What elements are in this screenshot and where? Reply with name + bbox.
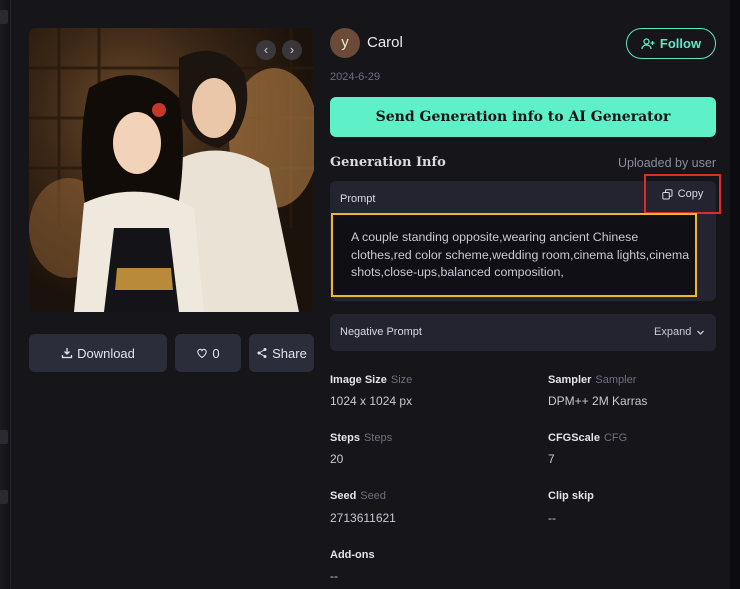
heart-icon [197, 348, 208, 359]
edge-chip [0, 430, 8, 444]
generation-info-title: Generation Info [330, 155, 446, 170]
avatar[interactable]: y [330, 28, 360, 58]
chevron-left-icon: ‹ [263, 42, 269, 57]
prompt-label: Prompt [340, 193, 376, 205]
prompt-text: A couple standing opposite,wearing ancie… [351, 230, 690, 279]
share-button[interactable]: Share [249, 334, 314, 372]
add-ons-value: -- [330, 569, 338, 583]
follow-label: Follow [659, 36, 702, 51]
couple-illustration [29, 28, 314, 312]
download-button[interactable]: Download [29, 334, 167, 372]
follow-button[interactable]: Follow [626, 28, 716, 59]
seed-label: Seed Seed [330, 490, 386, 502]
next-image-button[interactable]: › [282, 40, 302, 60]
post-date: 2024-6-29 [330, 71, 381, 83]
generated-image: ‹ › [29, 28, 314, 312]
uploaded-by-label: Uploaded by user [618, 156, 716, 170]
add-user-icon [641, 37, 655, 49]
chevron-right-icon: › [289, 42, 295, 57]
clip-skip-value: -- [548, 511, 556, 525]
sampler-label: Sampler Sampler [548, 374, 637, 386]
share-icon [257, 348, 267, 358]
image-size-label: Image Size Size [330, 374, 413, 386]
share-label: Share [272, 345, 307, 361]
left-edge-strip [0, 0, 10, 589]
copy-label: Copy [677, 188, 704, 200]
seed-value: 2713611621 [330, 511, 396, 525]
chevron-down-icon [697, 330, 705, 335]
username[interactable]: Carol [367, 34, 403, 51]
sampler-value: DPM++ 2M Karras [548, 394, 648, 408]
send-to-generator-button[interactable]: Send Generation info to AI Generator [330, 97, 716, 137]
steps-label: Steps Steps [330, 432, 393, 444]
copy-icon [661, 188, 673, 199]
clip-skip-label: Clip skip [548, 490, 594, 502]
cfg-scale-label: CFGScale CFG [548, 432, 628, 444]
add-ons-label: Add-ons [330, 549, 375, 561]
copy-button[interactable]: Copy [644, 174, 721, 214]
edge-chip [0, 10, 8, 24]
negative-prompt-label: Negative Prompt [340, 326, 422, 338]
like-count: 0 [212, 345, 220, 361]
prev-image-button[interactable]: ‹ [256, 40, 276, 60]
expand-button[interactable]: Expand [654, 326, 705, 338]
steps-value: 20 [330, 452, 344, 466]
edge-chip [0, 490, 8, 504]
download-icon [61, 348, 73, 359]
like-button[interactable]: 0 [175, 334, 241, 372]
image-size-value: 1024 x 1024 px [330, 394, 413, 408]
expand-label: Expand [654, 326, 692, 338]
download-label: Download [77, 345, 135, 361]
cfg-scale-value: 7 [548, 452, 555, 466]
